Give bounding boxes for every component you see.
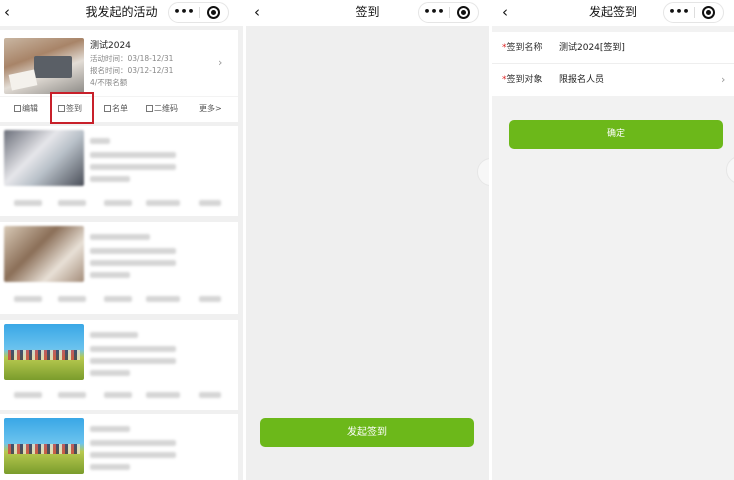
edit-icon — [14, 105, 21, 112]
quota-text: 4/不限名额 — [90, 78, 128, 87]
activity-title: 测试2024 — [90, 41, 131, 51]
activity-thumbnail — [4, 226, 84, 282]
checkin-target-value: 限报名人员 — [559, 75, 605, 85]
checkin-name-row: *签到名称 测试2024[签到] — [492, 32, 734, 64]
activity-card-blurred[interactable] — [0, 126, 238, 216]
chevron-right-icon: › — [721, 73, 726, 86]
more-dots-icon[interactable]: ••• — [419, 3, 449, 22]
side-handle[interactable] — [477, 158, 489, 186]
qrcode-icon — [146, 105, 153, 112]
highlight-box — [50, 92, 94, 124]
more-dots-icon[interactable]: ••• — [664, 3, 694, 22]
more-dots-icon[interactable]: ••• — [169, 3, 199, 22]
close-circle-icon[interactable] — [207, 6, 220, 19]
activity-thumbnail — [4, 324, 84, 380]
activity-thumbnail — [4, 38, 84, 94]
mini-program-capsule: ••• — [168, 2, 229, 23]
list-button[interactable]: 名单 — [104, 103, 128, 115]
activity-thumbnail — [4, 418, 84, 474]
activity-time: 活动时间：03/18-12/31 — [90, 54, 174, 63]
chevron-right-icon: › — [218, 56, 223, 69]
close-circle-icon[interactable] — [457, 6, 470, 19]
mini-program-capsule: ••• — [418, 2, 479, 23]
activity-card-blurred[interactable] — [0, 320, 238, 410]
my-activities-screen: ‹ 我发起的活动 ••• 测试2024 活动时间：03/18-12/31 报名时… — [0, 0, 243, 480]
close-circle-icon[interactable] — [702, 6, 715, 19]
checkin-screen: ‹ 签到 ••• 发起签到 — [246, 0, 489, 480]
activity-card-header[interactable]: 测试2024 活动时间：03/18-12/31 报名时间：03/12-12/31… — [0, 30, 238, 96]
nav-bar: ‹ 我发起的活动 ••• — [0, 0, 243, 26]
signup-time: 报名时间：03/12-12/31 — [90, 66, 174, 75]
nav-bar: ‹ 发起签到 ••• — [492, 0, 734, 26]
confirm-button[interactable]: 确定 — [509, 120, 723, 149]
checkin-target-row[interactable]: *签到对象 限报名人员 › — [492, 64, 734, 96]
activity-actions: 编辑 签到 名单 二维码 更多> — [0, 96, 238, 122]
activity-card-blurred[interactable] — [0, 414, 238, 480]
mini-program-capsule: ••• — [663, 2, 724, 23]
activity-card: 测试2024 活动时间：03/18-12/31 报名时间：03/12-12/31… — [0, 30, 238, 122]
checkin-name-input[interactable]: 测试2024[签到] — [559, 42, 625, 54]
qrcode-button[interactable]: 二维码 — [146, 103, 178, 115]
more-button[interactable]: 更多> — [199, 103, 222, 115]
side-handle[interactable] — [726, 156, 734, 184]
checkin-target-label: *签到对象 — [502, 75, 543, 85]
start-checkin-button[interactable]: 发起签到 — [260, 418, 474, 447]
checkin-name-label: *签到名称 — [502, 43, 543, 53]
activity-thumbnail — [4, 130, 84, 186]
start-checkin-screen: ‹ 发起签到 ••• *签到名称 测试2024[签到] *签到对象 限报名人员 … — [492, 0, 734, 480]
activity-card-blurred[interactable] — [0, 222, 238, 314]
edit-button[interactable]: 编辑 — [14, 103, 38, 115]
list-icon — [104, 105, 111, 112]
nav-bar: ‹ 签到 ••• — [246, 0, 489, 26]
